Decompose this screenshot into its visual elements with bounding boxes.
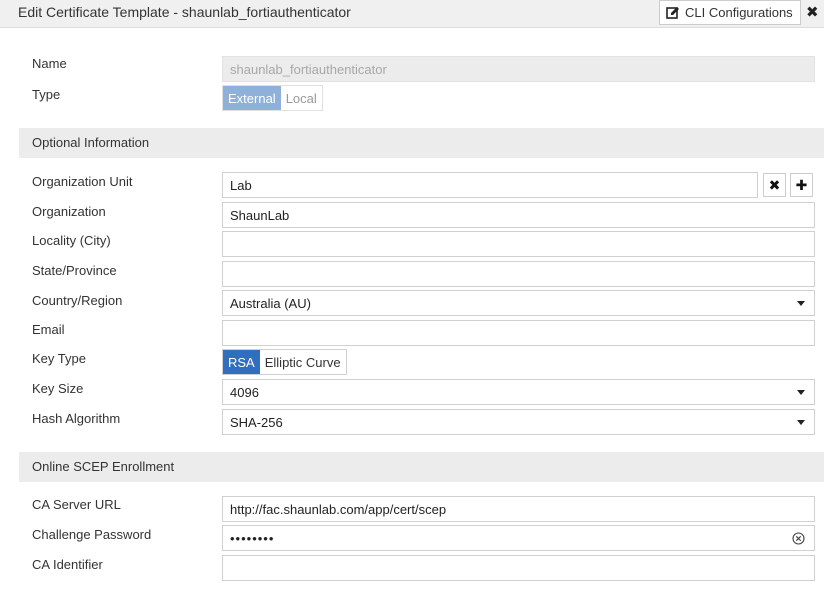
locality-input[interactable] (222, 231, 815, 257)
hash-algorithm-label: Hash Algorithm (32, 411, 121, 426)
dialog-titlebar: Edit Certificate Template - shaunlab_for… (0, 0, 824, 28)
ca-identifier-label: CA Identifier (32, 557, 103, 572)
close-icon: ✖ (768, 176, 781, 193)
type-option-local[interactable]: Local (281, 86, 322, 110)
password-value: •••••••• (230, 530, 275, 546)
key-type-label: Key Type (32, 351, 86, 366)
organization-input[interactable]: ShaunLab (222, 202, 815, 228)
type-label: Type (32, 87, 61, 102)
key-size-label: Key Size (32, 381, 84, 396)
org-unit-input[interactable]: Lab (222, 172, 758, 198)
state-label: State/Province (32, 263, 117, 278)
hash-algorithm-select[interactable]: SHA-256 (222, 409, 815, 435)
locality-label: Locality (City) (32, 233, 111, 248)
add-org-unit-button[interactable]: ✚ (790, 173, 813, 197)
key-type-option-rsa[interactable]: RSA (223, 350, 260, 374)
name-field: shaunlab_fortiauthenticator (222, 56, 815, 82)
caret-down-icon (797, 390, 805, 395)
caret-down-icon (797, 301, 805, 306)
section-title: Optional Information (32, 135, 150, 150)
country-value: Australia (AU) (230, 295, 311, 311)
caret-down-icon (797, 420, 805, 425)
country-label: Country/Region (32, 293, 123, 308)
type-toggle[interactable]: External Local (222, 85, 323, 111)
challenge-password-input[interactable]: •••••••• (222, 525, 815, 551)
org-unit-label: Organization Unit (32, 174, 133, 189)
dialog-title: Edit Certificate Template - shaunlab_for… (18, 4, 351, 20)
ca-server-url-label: CA Server URL (32, 497, 121, 512)
ca-server-url-input[interactable]: http://fac.shaunlab.com/app/cert/scep (222, 496, 815, 522)
scep-enrollment-header: Online SCEP Enrollment (19, 452, 824, 482)
name-label: Name (32, 56, 67, 71)
type-option-external[interactable]: External (223, 86, 281, 110)
key-type-option-ec[interactable]: Elliptic Curve (260, 350, 346, 374)
state-input[interactable] (222, 261, 815, 287)
clear-icon[interactable] (792, 532, 805, 545)
cli-configurations-label: CLI Configurations (685, 5, 793, 20)
plus-icon: ✚ (795, 176, 808, 193)
close-icon[interactable]: ✖ (806, 3, 819, 21)
cli-configurations-button[interactable]: CLI Configurations (659, 0, 801, 25)
key-size-value: 4096 (230, 384, 259, 400)
hash-algorithm-value: SHA-256 (230, 414, 283, 430)
organization-label: Organization (32, 204, 106, 219)
challenge-password-label: Challenge Password (32, 527, 152, 542)
ca-identifier-input[interactable] (222, 555, 815, 581)
email-input[interactable] (222, 320, 815, 346)
edit-icon (666, 6, 679, 19)
country-select[interactable]: Australia (AU) (222, 290, 815, 316)
email-label: Email (32, 322, 65, 337)
key-size-select[interactable]: 4096 (222, 379, 815, 405)
section-title: Online SCEP Enrollment (32, 459, 175, 474)
optional-information-header: Optional Information (19, 128, 824, 158)
key-type-toggle[interactable]: RSA Elliptic Curve (222, 349, 347, 375)
remove-org-unit-button[interactable]: ✖ (763, 173, 786, 197)
